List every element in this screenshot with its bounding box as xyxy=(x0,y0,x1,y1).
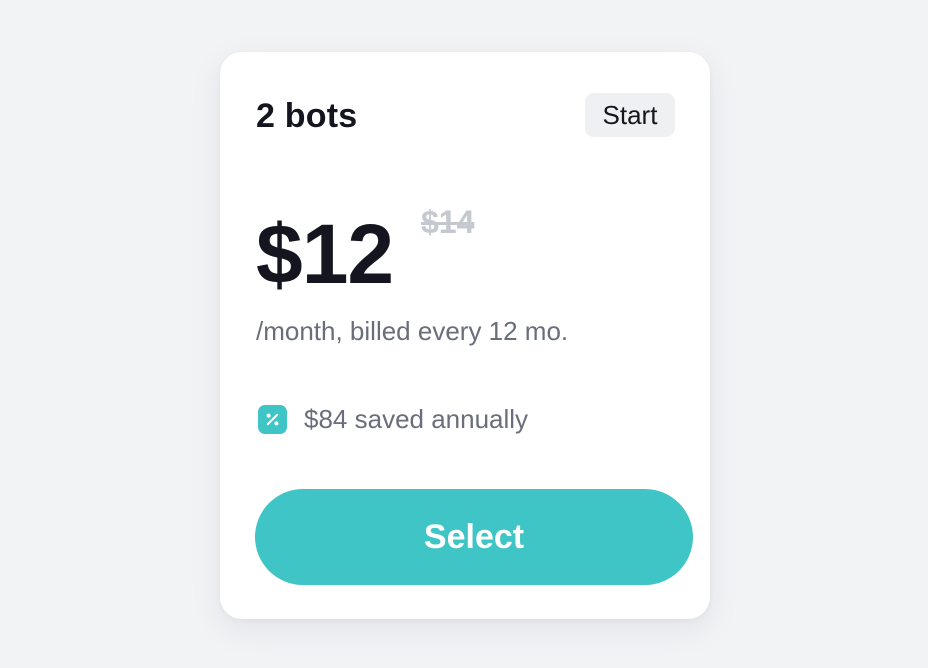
savings-row: $84 saved annually xyxy=(258,402,528,436)
tier-badge: Start xyxy=(585,93,675,137)
select-button[interactable]: Select xyxy=(255,489,693,585)
percent-icon xyxy=(258,404,287,434)
original-price: $14 xyxy=(421,204,475,240)
pricing-card: 2 bots Start $12 $14 /month, billed ever… xyxy=(220,52,710,619)
savings-text: $84 saved annually xyxy=(304,404,529,434)
current-price: $12 xyxy=(256,207,394,301)
billing-note: /month, billed every 12 mo. xyxy=(256,316,569,346)
plan-name: 2 bots xyxy=(256,97,358,135)
